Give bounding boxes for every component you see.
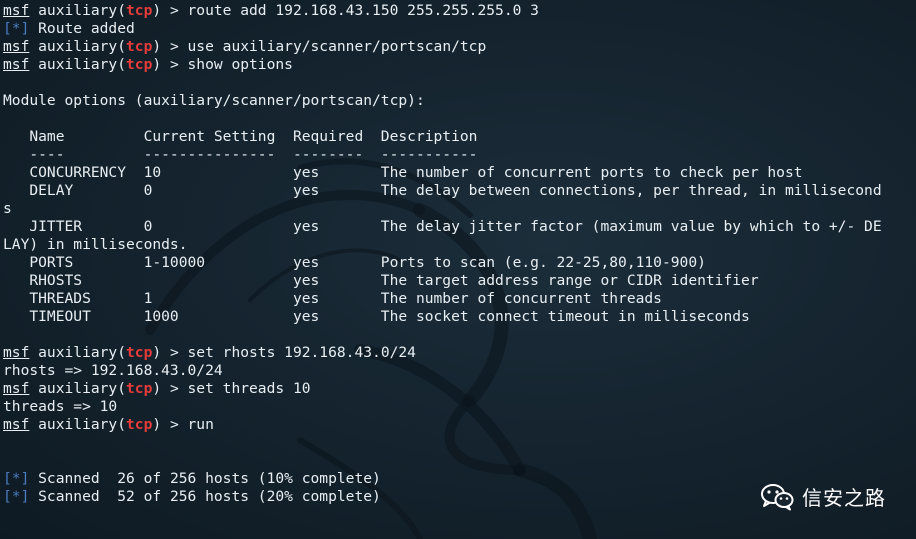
msf-prompt: msf <box>3 416 30 433</box>
terminal-text: auxiliary( <box>29 344 127 361</box>
terminal-text: RHOSTS yes The target address range or C… <box>3 272 759 289</box>
terminal-text: ) > set threads 10 <box>152 380 311 397</box>
wechat-icon <box>761 483 794 510</box>
terminal-text: ) > use auxiliary/scanner/portscan/tcp <box>152 38 487 55</box>
terminal-text: ) > route add 192.168.43.150 255.255.255… <box>152 2 539 19</box>
terminal-line: Module options (auxiliary/scanner/portsc… <box>3 92 882 110</box>
terminal-text: Name Current Setting Required Descriptio… <box>3 128 478 145</box>
terminal-text: Route added <box>29 20 135 37</box>
wechat-watermark: 信安之路 <box>760 482 886 511</box>
terminal-text: Scanned 52 of 256 hosts (20% complete) <box>29 488 381 505</box>
terminal-line: rhosts => 192.168.43.0/24 <box>3 362 882 380</box>
module-name: tcp <box>126 2 153 19</box>
msf-prompt: msf <box>3 38 30 55</box>
terminal-text: JITTER 0 yes The delay jitter factor (ma… <box>3 218 882 235</box>
terminal-text: threads => 10 <box>3 398 118 415</box>
terminal-line: msf auxiliary(tcp) > set rhosts 192.168.… <box>3 344 882 362</box>
terminal-text: auxiliary( <box>29 56 127 73</box>
status-marker: [*] <box>3 20 30 37</box>
terminal-line: RHOSTS yes The target address range or C… <box>3 272 882 290</box>
terminal-text: ) > show options <box>152 56 293 73</box>
terminal-line: s <box>3 200 882 218</box>
terminal-line: msf auxiliary(tcp) > show options <box>3 56 882 74</box>
terminal-text: Scanned 26 of 256 hosts (10% complete) <box>29 470 381 487</box>
module-name: tcp <box>126 380 153 397</box>
terminal-line: ---- --------------- -------- ----------… <box>3 146 882 164</box>
status-marker: [*] <box>3 470 30 487</box>
module-name: tcp <box>126 344 153 361</box>
terminal-line: DELAY 0 yes The delay between connection… <box>3 182 882 200</box>
terminal-line: [*] Scanned 26 of 256 hosts (10% complet… <box>3 470 882 488</box>
terminal-text: ) > run <box>152 416 214 433</box>
watermark-text: 信安之路 <box>802 486 886 510</box>
terminal-line: [*] Route added <box>3 20 882 38</box>
terminal-output: msf auxiliary(tcp) > route add 192.168.4… <box>3 2 882 506</box>
terminal-text: ---- --------------- -------- ----------… <box>3 146 478 163</box>
terminal-text: TIMEOUT 1000 yes The socket connect time… <box>3 308 750 325</box>
terminal-line: PORTS 1-10000 yes Ports to scan (e.g. 22… <box>3 254 882 272</box>
terminal-text: THREADS 1 yes The number of concurrent t… <box>3 290 662 307</box>
msf-prompt: msf <box>3 380 30 397</box>
module-name: tcp <box>126 56 153 73</box>
terminal-text: LAY) in milliseconds. <box>3 236 188 253</box>
terminal-text: rhosts => 192.168.43.0/24 <box>3 362 223 379</box>
terminal-line: TIMEOUT 1000 yes The socket connect time… <box>3 308 882 326</box>
msf-prompt: msf <box>3 56 30 73</box>
terminal-text: auxiliary( <box>29 38 127 55</box>
terminal-line: Name Current Setting Required Descriptio… <box>3 128 882 146</box>
terminal-line: CONCURRENCY 10 yes The number of concurr… <box>3 164 882 182</box>
terminal-text: auxiliary( <box>29 2 127 19</box>
terminal-line: [*] Scanned 52 of 256 hosts (20% complet… <box>3 488 882 506</box>
terminal-text: s <box>3 200 12 217</box>
terminal-line: JITTER 0 yes The delay jitter factor (ma… <box>3 218 882 236</box>
terminal-line: msf auxiliary(tcp) > set threads 10 <box>3 380 882 398</box>
terminal-line: LAY) in milliseconds. <box>3 236 882 254</box>
msf-prompt: msf <box>3 2 30 19</box>
msf-prompt: msf <box>3 344 30 361</box>
terminal-text: Module options (auxiliary/scanner/portsc… <box>3 92 425 109</box>
terminal-text: PORTS 1-10000 yes Ports to scan (e.g. 22… <box>3 254 706 271</box>
terminal-line: threads => 10 <box>3 398 882 416</box>
terminal-line: msf auxiliary(tcp) > run <box>3 416 882 434</box>
terminal-line: msf auxiliary(tcp) > route add 192.168.4… <box>3 2 882 20</box>
terminal-line: msf auxiliary(tcp) > use auxiliary/scann… <box>3 38 882 56</box>
terminal-text: auxiliary( <box>29 380 127 397</box>
terminal-text: CONCURRENCY 10 yes The number of concurr… <box>3 164 803 181</box>
status-marker: [*] <box>3 488 30 505</box>
terminal-line: THREADS 1 yes The number of concurrent t… <box>3 290 882 308</box>
terminal-window[interactable]: msf auxiliary(tcp) > route add 192.168.4… <box>0 0 916 539</box>
module-name: tcp <box>126 38 153 55</box>
terminal-text: ) > set rhosts 192.168.43.0/24 <box>152 344 416 361</box>
module-name: tcp <box>126 416 153 433</box>
terminal-text: auxiliary( <box>29 416 127 433</box>
terminal-text: DELAY 0 yes The delay between connection… <box>3 182 882 199</box>
